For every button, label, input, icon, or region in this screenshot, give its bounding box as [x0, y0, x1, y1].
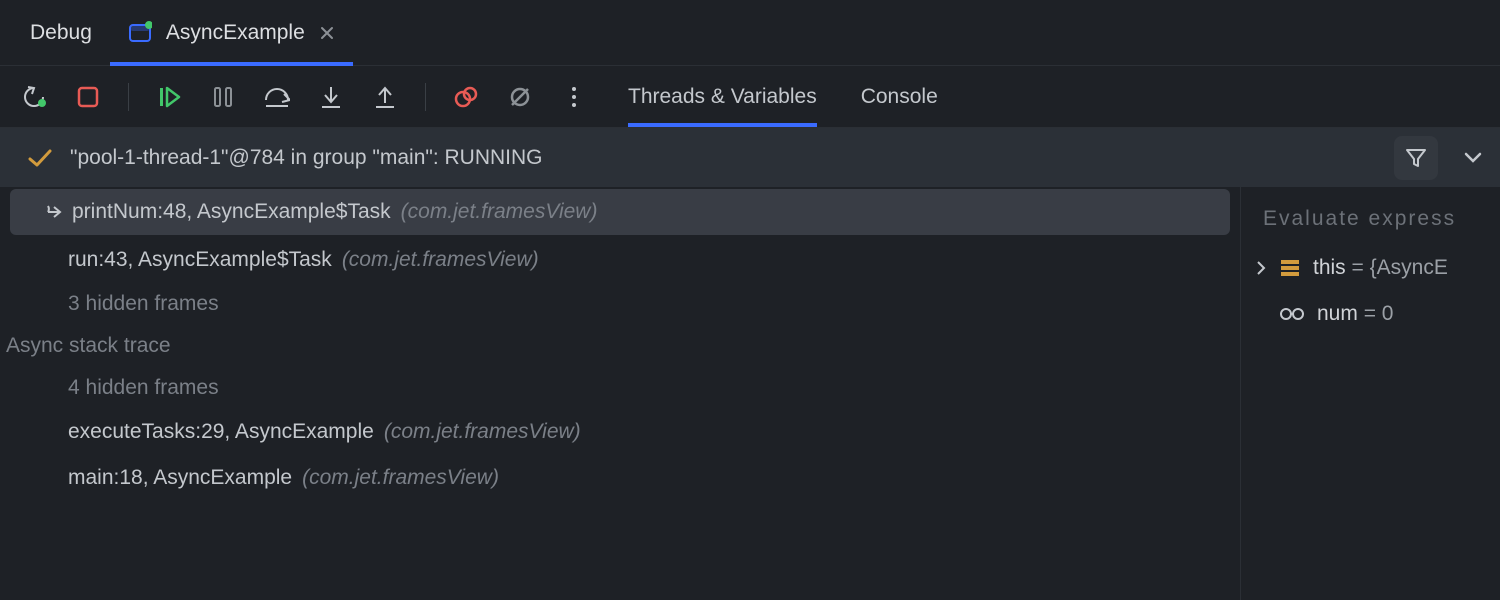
active-tab-indicator	[628, 123, 817, 127]
chevron-right-icon[interactable]	[1255, 260, 1267, 276]
more-actions-button[interactable]	[560, 83, 588, 111]
frame-method: executeTasks:29, AsyncExample	[68, 420, 374, 444]
variables-panel: Evaluate express this = {AsyncE num = 0	[1240, 187, 1500, 600]
step-out-button[interactable]	[371, 83, 399, 111]
tab-label-threads: Threads & Variables	[628, 85, 817, 109]
view-breakpoints-button[interactable]	[452, 83, 480, 111]
variable-row[interactable]: num = 0	[1241, 291, 1500, 337]
tab-label-console: Console	[861, 85, 938, 109]
frame-package: (com.jet.framesView)	[401, 200, 598, 224]
evaluate-expression-field[interactable]: Evaluate express	[1241, 193, 1500, 245]
frames-panel: printNum:48, AsyncExample$Task (com.jet.f…	[0, 187, 1240, 600]
filter-button[interactable]	[1394, 136, 1438, 180]
frame-method: printNum:48, AsyncExample$Task	[72, 200, 391, 224]
separator	[128, 83, 129, 111]
step-over-button[interactable]	[263, 83, 291, 111]
active-tab-indicator	[110, 62, 353, 66]
stack-frame[interactable]: executeTasks:29, AsyncExample (com.jet.fr…	[0, 409, 1240, 455]
async-section-label: Async stack trace	[0, 325, 1240, 367]
stack-frame[interactable]: printNum:48, AsyncExample$Task (com.jet.f…	[10, 189, 1230, 235]
frame-package: (com.jet.framesView)	[384, 420, 581, 444]
run-config-icon	[128, 21, 152, 45]
variable-row[interactable]: this = {AsyncE	[1241, 245, 1500, 291]
thread-label[interactable]: "pool-1-thread-1"@784 in group "main": R…	[70, 146, 1376, 170]
frame-method: main:18, AsyncExample	[68, 466, 292, 490]
tab-console[interactable]: Console	[861, 66, 938, 127]
variable-text: num = 0	[1317, 302, 1393, 326]
stop-button[interactable]	[74, 83, 102, 111]
check-icon	[28, 148, 52, 168]
stack-frame[interactable]: run:43, AsyncExample$Task (com.jet.frames…	[0, 237, 1240, 283]
stack-frame[interactable]: main:18, AsyncExample (com.jet.framesView…	[0, 455, 1240, 501]
mute-breakpoints-button[interactable]	[506, 83, 534, 111]
frame-package: (com.jet.framesView)	[302, 466, 499, 490]
tab-threads-variables[interactable]: Threads & Variables	[628, 66, 817, 127]
frame-package: (com.jet.framesView)	[342, 248, 539, 272]
run-config-name: AsyncExample	[166, 21, 305, 45]
watch-icon	[1279, 307, 1305, 321]
drop-frame-icon[interactable]	[40, 203, 62, 221]
separator	[425, 83, 426, 111]
close-icon[interactable]	[319, 25, 335, 41]
pause-button[interactable]	[209, 83, 237, 111]
hidden-frames-link[interactable]: 4 hidden frames	[0, 367, 1240, 409]
frame-method: run:43, AsyncExample$Task	[68, 248, 332, 272]
resume-button[interactable]	[155, 83, 183, 111]
hidden-frames-link[interactable]: 3 hidden frames	[0, 283, 1240, 325]
run-config-tab[interactable]: AsyncExample	[110, 1, 353, 64]
thread-dropdown-button[interactable]	[1456, 152, 1490, 164]
object-icon	[1279, 258, 1301, 278]
debug-toolwindow-title: Debug	[22, 21, 100, 45]
rerun-button[interactable]	[20, 83, 48, 111]
variable-text: this = {AsyncE	[1313, 256, 1448, 280]
step-into-button[interactable]	[317, 83, 345, 111]
